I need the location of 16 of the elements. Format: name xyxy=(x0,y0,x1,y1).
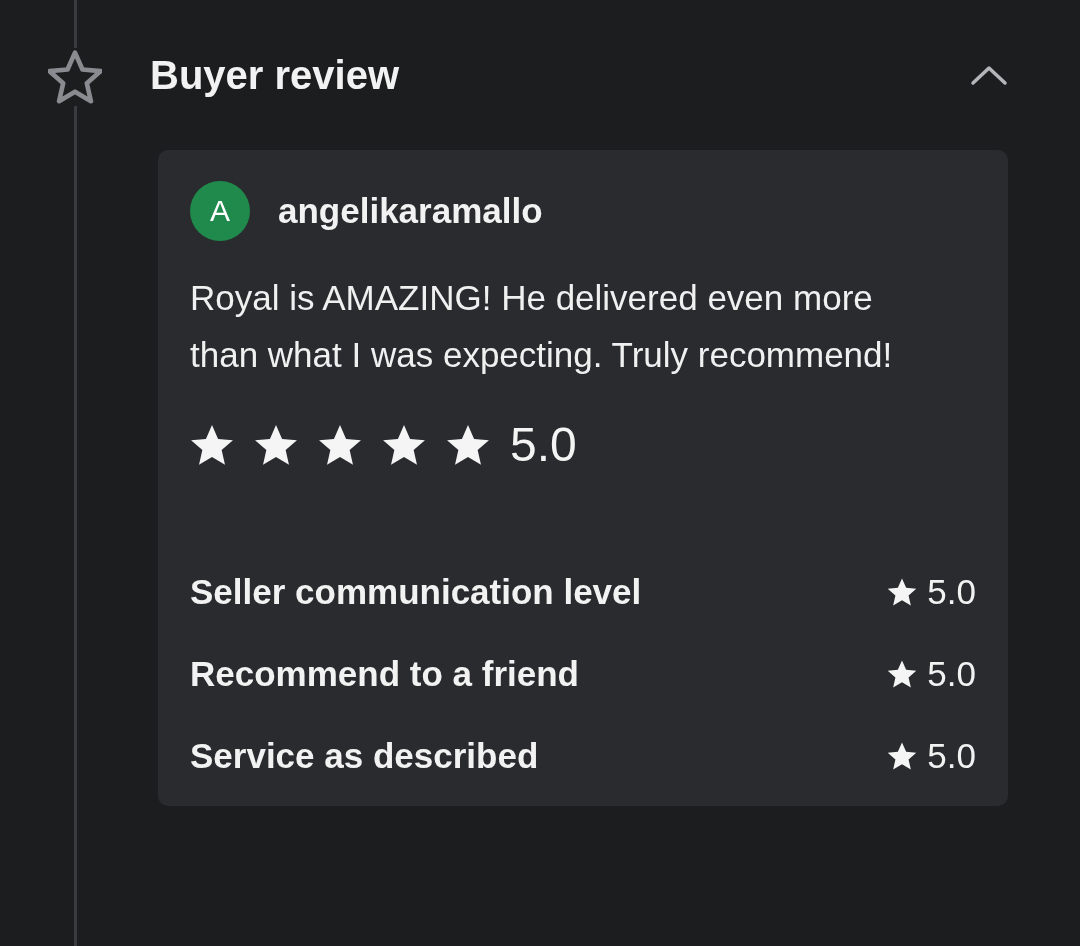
star-outline-icon xyxy=(48,50,102,104)
username: angelikaramallo xyxy=(278,191,543,231)
rating-value: 5.0 xyxy=(927,736,976,776)
review-text: Royal is AMAZING! He delivered even more than what I was expecting. Truly recommend! xyxy=(190,277,894,376)
star-icon xyxy=(887,577,918,607)
avatar: A xyxy=(190,181,250,241)
star-icon xyxy=(887,659,918,689)
rating-value: 5.0 xyxy=(927,654,976,694)
rating-value: 5.0 xyxy=(927,572,976,612)
rating-label: Seller communication level xyxy=(190,572,642,612)
rating-score: 5.0 xyxy=(510,417,577,472)
rating-label: Service as described xyxy=(190,736,539,776)
star-icon xyxy=(887,741,918,771)
rating-label: Recommend to a friend xyxy=(190,654,579,694)
section-title: Buyer review xyxy=(150,52,400,98)
chevron-icon[interactable] xyxy=(970,64,1008,86)
